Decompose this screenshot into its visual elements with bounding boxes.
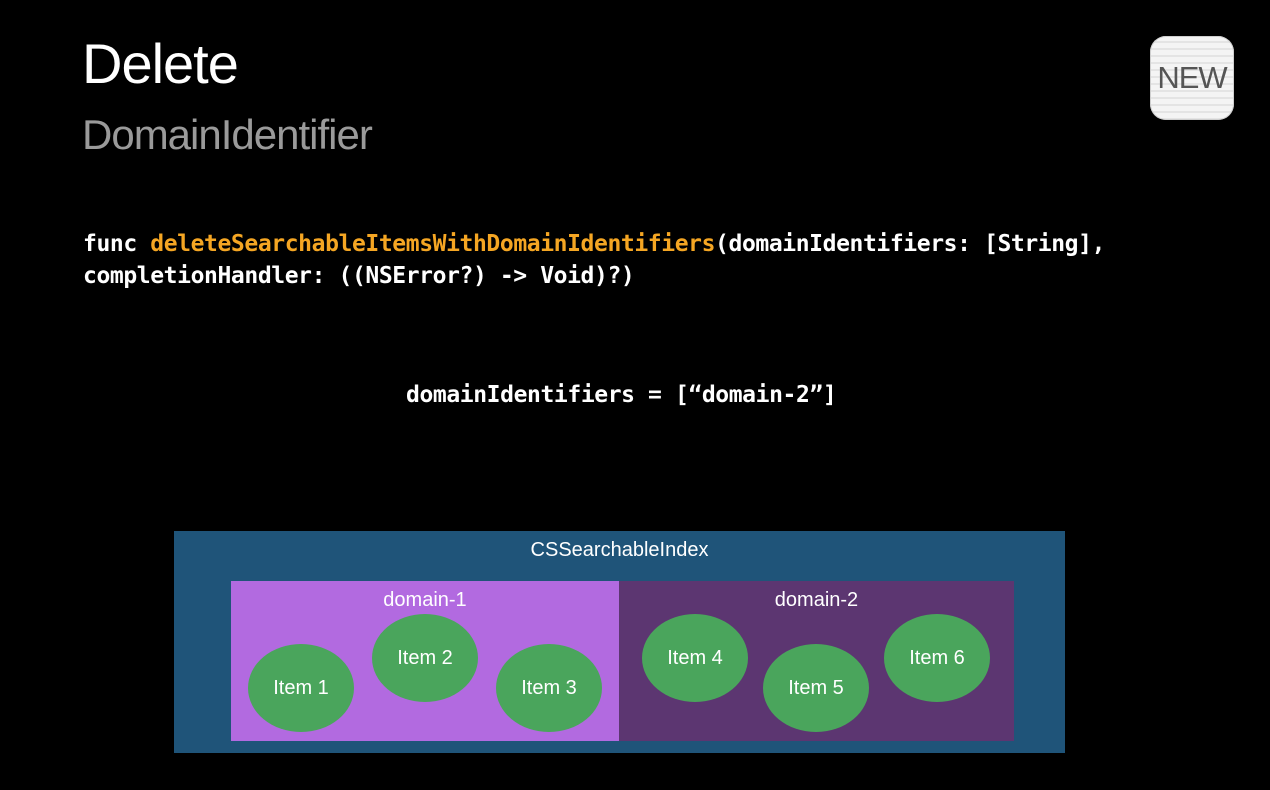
domain-1-box: domain-1 Item 1 Item 2 Item 3 [231, 581, 619, 741]
item-2-label: Item 2 [397, 646, 453, 669]
slide-title: Delete [82, 32, 239, 95]
new-badge-icon: NEW [1150, 36, 1234, 120]
code-keyword: func [83, 231, 151, 257]
code-function-name: deleteSearchableItemsWithDomainIdentifie… [150, 231, 716, 257]
code-line1-params: (domainIdentifiers: [String], [715, 231, 1106, 257]
item-1-ellipse: Item 1 [248, 644, 354, 732]
item-3-label: Item 3 [521, 676, 577, 699]
item-3-ellipse: Item 3 [496, 644, 602, 732]
item-2-ellipse: Item 2 [372, 614, 478, 702]
assignment-code: domainIdentifiers = [“domain-2”] [406, 382, 837, 408]
item-5-ellipse: Item 5 [763, 644, 869, 732]
domain-2-box: domain-2 Item 4 Item 5 Item 6 [619, 581, 1014, 741]
slide-subtitle: DomainIdentifier [82, 111, 373, 158]
item-5-label: Item 5 [788, 676, 844, 699]
index-label: CSSearchableIndex [530, 539, 709, 561]
item-4-label: Item 4 [667, 646, 723, 669]
code-block: func deleteSearchableItemsWithDomainIden… [83, 228, 1105, 292]
item-4-ellipse: Item 4 [642, 614, 748, 702]
searchable-index-box: CSSearchableIndex domain-1 Item 1 Item 2… [174, 531, 1065, 753]
item-6-label: Item 6 [909, 646, 965, 669]
domain-1-label: domain-1 [383, 589, 467, 611]
code-line2: completionHandler: ((NSError?) -> Void)?… [83, 263, 635, 289]
domain-2-label: domain-2 [774, 589, 859, 611]
item-1-label: Item 1 [273, 676, 329, 699]
item-6-ellipse: Item 6 [884, 614, 990, 702]
new-badge-label: NEW [1157, 60, 1227, 95]
